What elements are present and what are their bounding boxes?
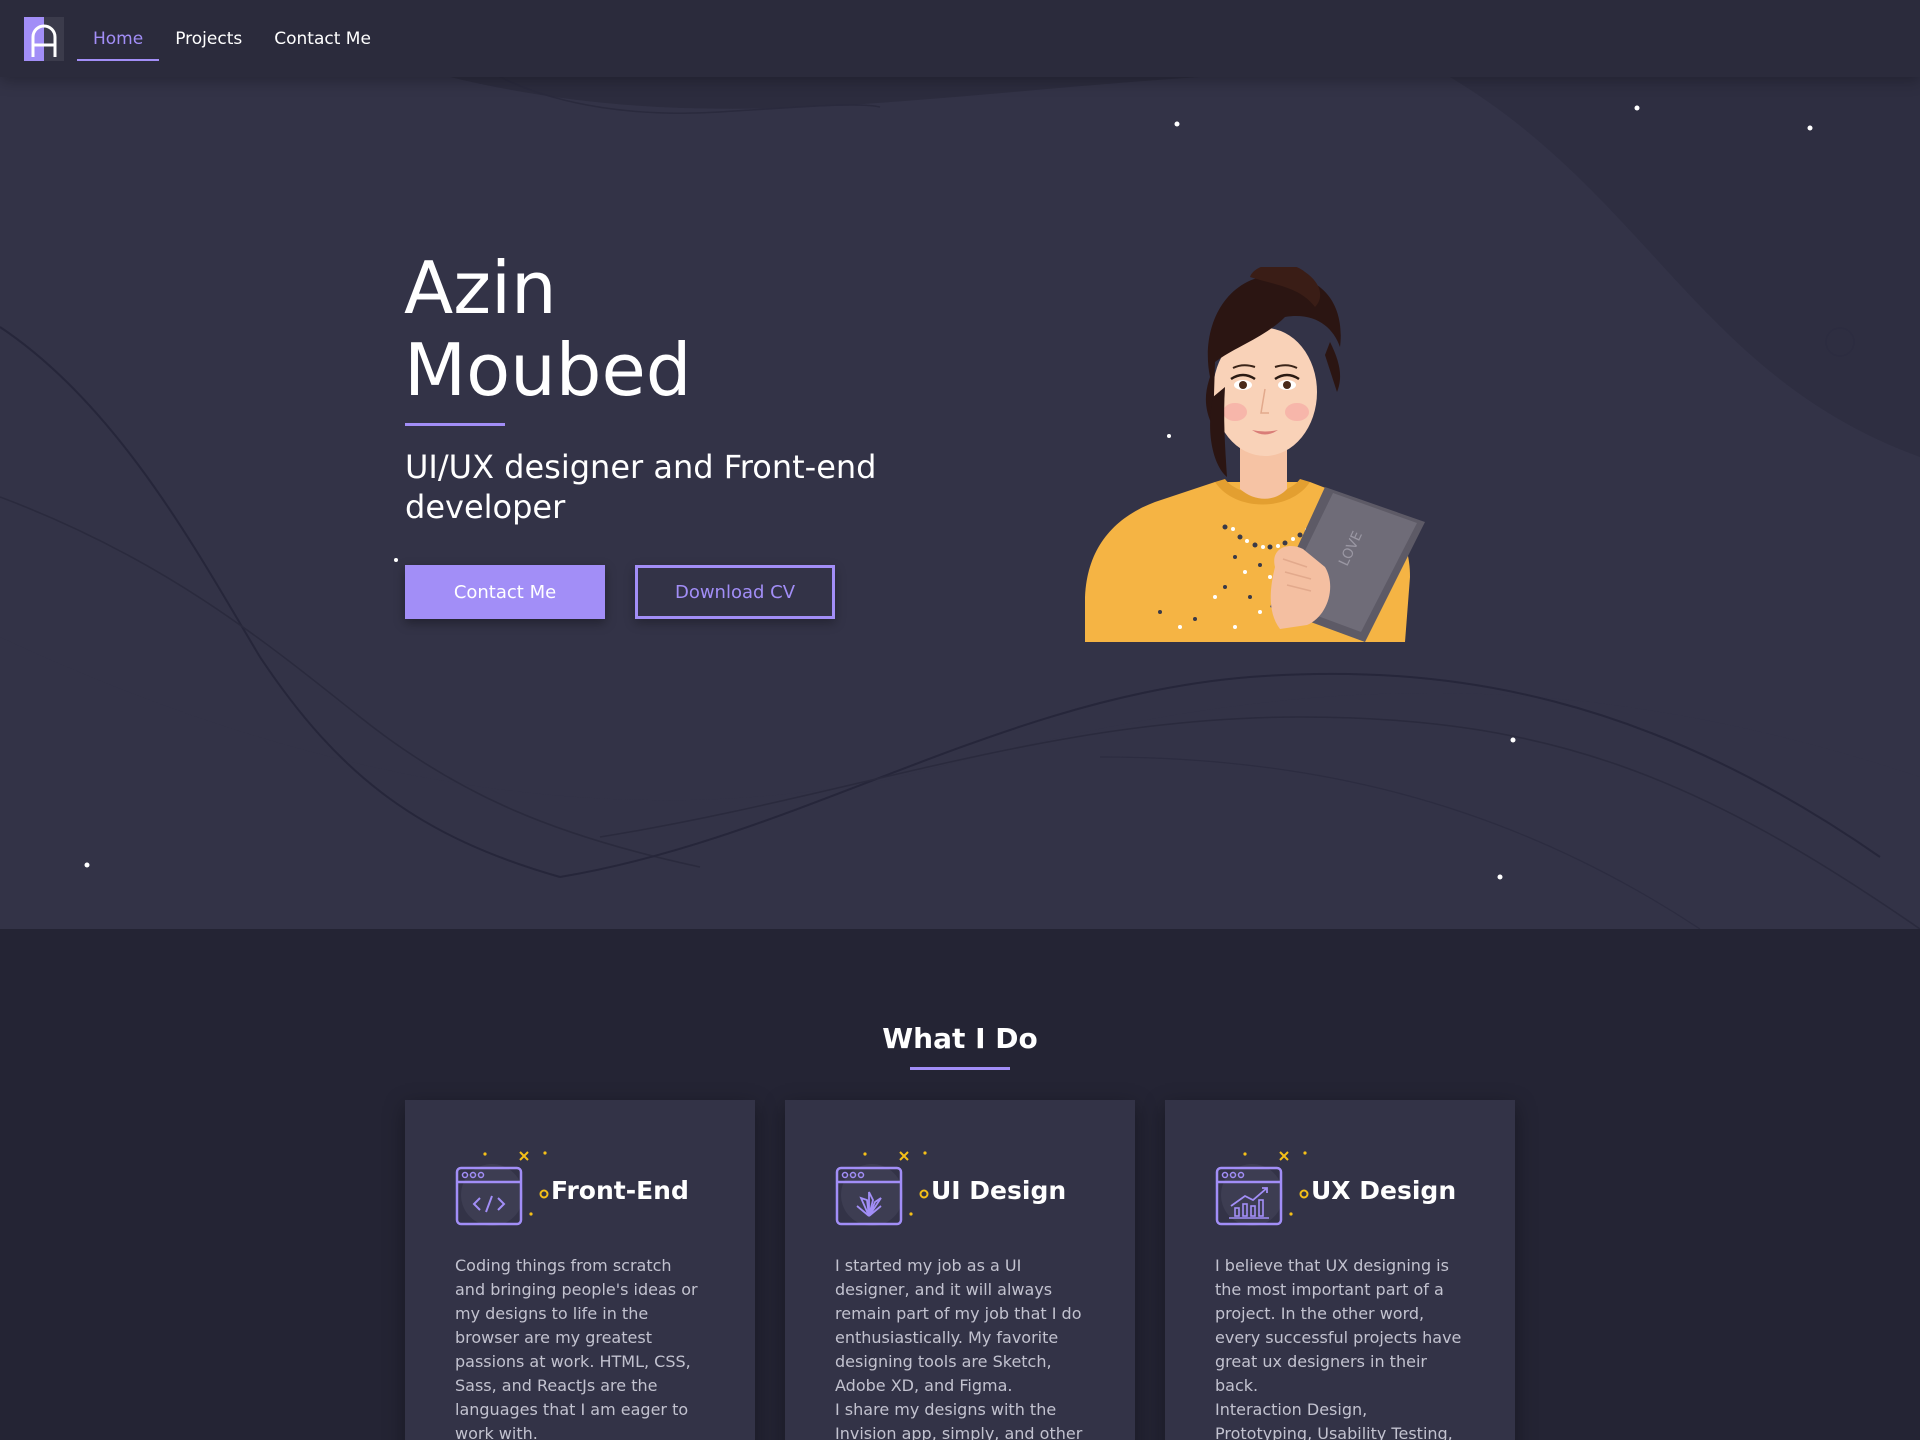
contact-me-button[interactable]: Contact Me [405,565,605,619]
service-card-front-end: Front-End Coding things from scratch and… [405,1100,755,1440]
card-description: I started my job as a UI designer, and i… [835,1256,1083,1440]
hero-name: Azin Moubed [404,247,692,411]
design-window-icon [835,1151,929,1226]
card-header: UI Design [835,1150,1085,1230]
service-card-ux-design: UX Design I believe that UX designing is… [1165,1100,1515,1440]
hero-name-underline [405,423,505,426]
nav-contact-me[interactable]: Contact Me [258,0,387,77]
what-i-do-underline [910,1067,1010,1070]
code-window-icon [455,1151,549,1226]
what-i-do-title: What I Do [882,1022,1038,1055]
hero-last-name: Moubed [404,328,692,412]
hero-section: Azin Moubed UI/UX designer and Front-end… [0,77,1920,929]
download-cv-button[interactable]: Download CV [635,565,835,619]
hero-background-waves [0,77,1920,929]
card-header: UX Design [1215,1150,1465,1230]
card-title: Front-End [551,1175,689,1205]
service-card-ui-design: UI Design I started my job as a UI desig… [785,1100,1135,1440]
card-header: Front-End [455,1150,705,1230]
hero-subtitle: UI/UX designer and Front-end developer [405,448,877,526]
hero-first-name: Azin [404,246,557,330]
nav-projects[interactable]: Projects [159,0,258,77]
card-description: I believe that UX designing is the most … [1215,1256,1462,1440]
card-title: UI Design [931,1175,1067,1205]
card-title: UX Design [1311,1175,1457,1205]
chart-window-icon [1215,1151,1309,1226]
top-navbar: Home Projects Contact Me [0,0,1920,77]
card-description: Coding things from scratch and bringing … [455,1256,698,1440]
logo-a-icon[interactable] [24,16,64,61]
nav-home[interactable]: Home [77,0,160,77]
portrait-illustration: LOVE [1085,267,1425,642]
